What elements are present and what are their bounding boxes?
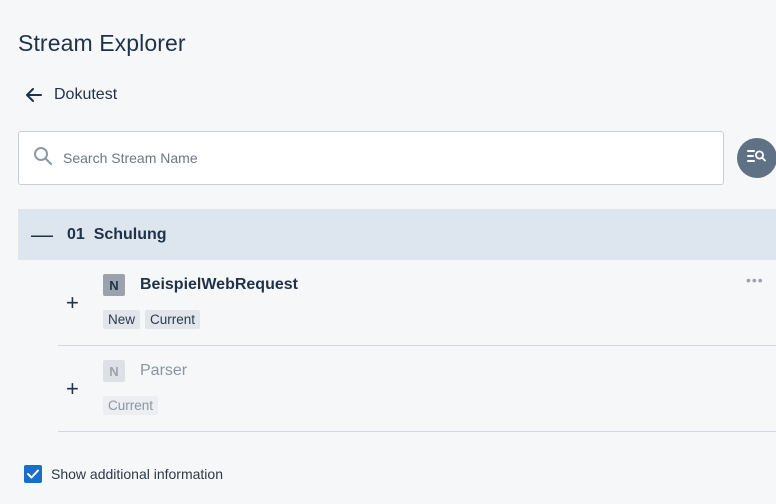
more-options-icon[interactable]: ••• <box>746 272 764 288</box>
stream-name[interactable]: BeispielWebRequest <box>140 276 298 294</box>
stream-tags: Current <box>103 396 159 415</box>
stream-item[interactable]: + N BeispielWebRequest New Current ••• <box>58 260 776 346</box>
expand-icon[interactable]: + <box>66 378 79 400</box>
stream-tags: New Current <box>103 310 201 329</box>
search-input[interactable] <box>61 149 665 167</box>
stream-type-badge: N <box>103 274 125 296</box>
back-label[interactable]: Dokutest <box>54 86 117 104</box>
arrow-left-icon[interactable] <box>26 88 42 102</box>
show-additional-info-option[interactable]: Show additional information <box>24 465 223 483</box>
search-icon <box>33 146 53 171</box>
stream-name[interactable]: Parser <box>140 362 187 380</box>
tag-current: Current <box>145 310 201 329</box>
tag-new: New <box>103 310 141 329</box>
expand-icon[interactable]: + <box>66 292 79 314</box>
stream-group-header[interactable]: — 01 Schulung <box>18 209 776 260</box>
page-title: Stream Explorer <box>18 30 186 56</box>
stream-type-badge: N <box>103 360 125 382</box>
show-additional-info-label[interactable]: Show additional information <box>51 466 223 482</box>
checkmark-icon <box>27 469 39 479</box>
tag-current: Current <box>103 396 159 415</box>
group-label: 01 Schulung <box>67 225 167 243</box>
filter-search-icon <box>747 149 767 168</box>
back-link[interactable]: Dokutest <box>26 86 117 104</box>
filter-search-button[interactable] <box>737 138 776 178</box>
collapse-icon[interactable]: — <box>31 223 53 246</box>
search-field[interactable] <box>18 131 724 185</box>
stream-item[interactable]: + N Parser Current <box>58 346 776 432</box>
show-additional-info-checkbox[interactable] <box>24 465 42 483</box>
